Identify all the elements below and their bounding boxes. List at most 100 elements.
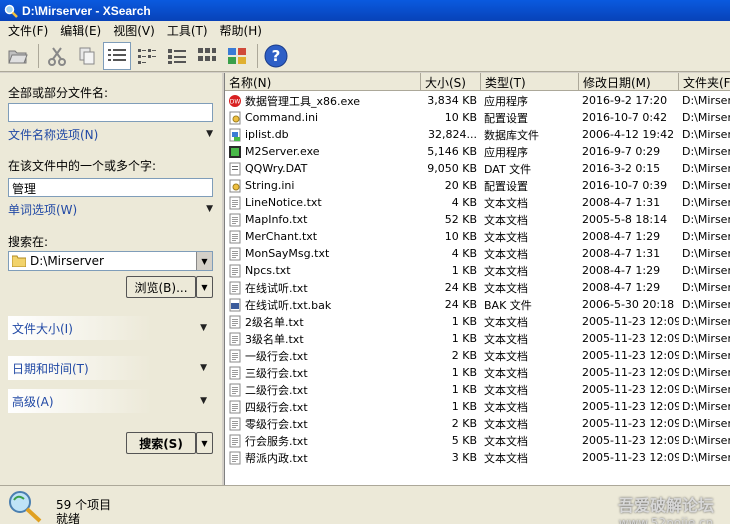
search-in-dropdown[interactable]: D:\Mirserver ▼ bbox=[8, 251, 213, 271]
table-row[interactable]: MonSayMsg.txt 4 KB 文本文档 2008-4-7 1:31 D:\Mir… bbox=[225, 245, 730, 262]
chevron-down-icon[interactable]: ▼ bbox=[196, 252, 212, 270]
file-size: 52 KB bbox=[444, 213, 477, 226]
table-row[interactable]: 2级名单.txt 1 KB 文本文档 2005-11-23 12:09 D:\Mirse… bbox=[225, 313, 730, 330]
file-folder: D:\Mirserver bbox=[682, 298, 730, 311]
file-folder: D:\Mirserver bbox=[682, 247, 730, 260]
text-label: 在该文件中的一个或多个字: bbox=[8, 159, 157, 173]
help-button[interactable]: ? bbox=[262, 42, 290, 70]
table-row[interactable]: M2Server.exe 5,146 KB 应用程序 2016-9-7 0:29 D:\… bbox=[225, 143, 730, 160]
table-row[interactable]: Npcs.txt 1 KB 文本文档 2008-4-7 1:29 D:\Mirserve… bbox=[225, 262, 730, 279]
title-bar: D:\Mirserver - XSearch bbox=[0, 0, 730, 21]
text-input[interactable]: 管理 bbox=[8, 178, 213, 197]
file-size: 24 KB bbox=[444, 281, 477, 294]
table-row[interactable]: 帮派内政.txt 3 KB 文本文档 2005-11-23 12:09 D:\Mirse… bbox=[225, 449, 730, 466]
column-header-date[interactable]: 修改日期(M) bbox=[579, 73, 679, 91]
table-row[interactable]: String.ini 20 KB 配置设置 2016-10-7 0:39 D:\Mirs… bbox=[225, 177, 730, 194]
browse-dropdown-button[interactable]: ▼ bbox=[196, 276, 213, 298]
file-folder: D:\Mirserver bbox=[682, 111, 730, 124]
modified-date: 2005-11-23 12:09 bbox=[582, 332, 679, 345]
menu-tools[interactable]: 工具(T) bbox=[161, 22, 214, 39]
open-folder-icon bbox=[8, 50, 28, 63]
date-time-section[interactable]: 日期和时间(T) ▼ bbox=[8, 356, 213, 380]
file-name-cell: 二级行会.txt bbox=[225, 382, 421, 398]
file-type: 文本文档 bbox=[484, 247, 528, 261]
menu-help[interactable]: 帮助(H) bbox=[214, 22, 268, 39]
column-header-name[interactable]: 名称(N) bbox=[225, 73, 421, 91]
open-folder-button[interactable] bbox=[4, 42, 32, 70]
small-icons-view-button[interactable] bbox=[163, 42, 191, 70]
advanced-label: 高级(A) bbox=[12, 394, 54, 409]
modified-date: 2016-3-2 0:15 bbox=[582, 162, 661, 175]
large-icons-view-button[interactable] bbox=[193, 42, 221, 70]
modified-date: 2006-4-12 19:42 bbox=[582, 128, 675, 141]
filename-options-toggle[interactable]: 文件名称选项(N) ▼ bbox=[8, 126, 213, 142]
thumbnails-view-button[interactable] bbox=[223, 42, 251, 70]
file-type: 文本文档 bbox=[484, 230, 528, 244]
table-row[interactable]: MerChant.txt 10 KB 文本文档 2008-4-7 1:29 D:\Mir… bbox=[225, 228, 730, 245]
column-header-type[interactable]: 类型(T) bbox=[481, 73, 579, 91]
watermark-url: www.52pojie.cn bbox=[618, 516, 714, 524]
table-row[interactable]: Command.ini 10 KB 配置设置 2016-10-7 0:42 D:\Mir… bbox=[225, 109, 730, 126]
table-row[interactable]: 在线试听.txt.bak 24 KB BAK 文件 2006-5-30 20:18 D:… bbox=[225, 296, 730, 313]
file-name: 零级行会.txt bbox=[245, 417, 308, 431]
text-file-icon bbox=[228, 332, 242, 346]
file-type: BAK 文件 bbox=[484, 298, 532, 312]
file-name: MapInfo.txt bbox=[245, 213, 308, 226]
table-row[interactable]: 四级行会.txt 1 KB 文本文档 2005-11-23 12:09 D:\Mirse… bbox=[225, 398, 730, 415]
file-name-cell: 一级行会.txt bbox=[225, 348, 421, 364]
file-type: 文本文档 bbox=[484, 366, 528, 380]
thumbnails-view-icon bbox=[228, 47, 246, 64]
browse-button[interactable]: 浏览(B)... bbox=[126, 276, 196, 298]
word-options-toggle[interactable]: 单词选项(W) ▼ bbox=[8, 201, 213, 217]
table-row[interactable]: 零级行会.txt 2 KB 文本文档 2005-11-23 12:09 D:\Mirse… bbox=[225, 415, 730, 432]
table-row[interactable]: DW 数据管理工具_x86.exe 3,834 KB 应用程序 2016-9-2 17:… bbox=[225, 92, 730, 109]
file-type: 文本文档 bbox=[484, 417, 528, 431]
table-row[interactable]: LineNotice.txt 4 KB 文本文档 2008-4-7 1:31 D:\Mi… bbox=[225, 194, 730, 211]
table-row[interactable]: iplist.db 32,824... 数据库文件 2006-4-12 19:42 D:… bbox=[225, 126, 730, 143]
modified-date: 2016-10-7 0:42 bbox=[582, 111, 668, 124]
file-name-cell: LineNotice.txt bbox=[225, 196, 421, 210]
file-name-cell: 在线试听.txt.bak bbox=[225, 297, 421, 313]
modified-date: 2016-9-2 17:20 bbox=[582, 94, 668, 107]
file-name: M2Server.exe bbox=[245, 145, 320, 158]
cut-button[interactable] bbox=[43, 42, 71, 70]
file-folder: D:\Mirserver bbox=[682, 94, 730, 107]
file-size: 4 KB bbox=[451, 196, 477, 209]
menu-file[interactable]: 文件(F) bbox=[2, 22, 54, 39]
table-row[interactable]: MapInfo.txt 52 KB 文本文档 2005-5-8 18:14 D:\Mir… bbox=[225, 211, 730, 228]
table-row[interactable]: 3级名单.txt 1 KB 文本文档 2005-11-23 12:09 D:\Mirse… bbox=[225, 330, 730, 347]
search-dropdown-button[interactable]: ▼ bbox=[196, 432, 213, 454]
list-view-button[interactable] bbox=[133, 42, 161, 70]
file-name: 在线试听.txt.bak bbox=[245, 298, 332, 312]
search-button[interactable]: 搜索(S) bbox=[126, 432, 196, 454]
modified-date: 2005-5-8 18:14 bbox=[582, 213, 668, 226]
filename-input[interactable] bbox=[8, 103, 213, 122]
file-folder: D:\Mirserver bbox=[682, 179, 730, 192]
chevron-down-icon: ▼ bbox=[206, 129, 213, 139]
advanced-section[interactable]: 高级(A) ▼ bbox=[8, 389, 213, 413]
modified-date: 2005-11-23 12:09 bbox=[582, 349, 679, 362]
table-row[interactable]: QQWry.DAT 9,050 KB DAT 文件 2016-3-2 0:15 D:\M… bbox=[225, 160, 730, 177]
table-row[interactable]: 二级行会.txt 1 KB 文本文档 2005-11-23 12:09 D:\Mirse… bbox=[225, 381, 730, 398]
table-row[interactable]: 行会服务.txt 5 KB 文本文档 2005-11-23 12:09 D:\Mirse… bbox=[225, 432, 730, 449]
help-icon: ? bbox=[264, 44, 288, 67]
file-type: DAT 文件 bbox=[484, 162, 532, 176]
column-header-size[interactable]: 大小(S) bbox=[421, 73, 481, 91]
column-header-folder[interactable]: 文件夹(F) bbox=[679, 73, 730, 91]
details-view-button[interactable] bbox=[103, 41, 131, 70]
watermark: 吾爱破解论坛 www.52pojie.cn bbox=[608, 492, 724, 524]
table-row[interactable]: 三级行会.txt 1 KB 文本文档 2005-11-23 12:09 D:\Mirse… bbox=[225, 364, 730, 381]
menu-view[interactable]: 视图(V) bbox=[107, 22, 161, 39]
file-type: 文本文档 bbox=[484, 315, 528, 329]
file-size-section[interactable]: 文件大小(I) ▼ bbox=[8, 316, 213, 340]
menu-edit[interactable]: 编辑(E) bbox=[54, 22, 107, 39]
file-name: 一级行会.txt bbox=[245, 349, 308, 363]
file-size: 24 KB bbox=[444, 298, 477, 311]
copy-button[interactable] bbox=[73, 42, 101, 70]
file-name-cell: Npcs.txt bbox=[225, 264, 421, 278]
table-row[interactable]: 一级行会.txt 2 KB 文本文档 2005-11-23 12:09 D:\Mirse… bbox=[225, 347, 730, 364]
file-type: 文本文档 bbox=[484, 400, 528, 414]
table-row[interactable]: 在线试听.txt 24 KB 文本文档 2008-4-7 1:29 D:\Mirserv… bbox=[225, 279, 730, 296]
file-size: 2 KB bbox=[451, 417, 477, 430]
file-name: Npcs.txt bbox=[245, 264, 291, 277]
